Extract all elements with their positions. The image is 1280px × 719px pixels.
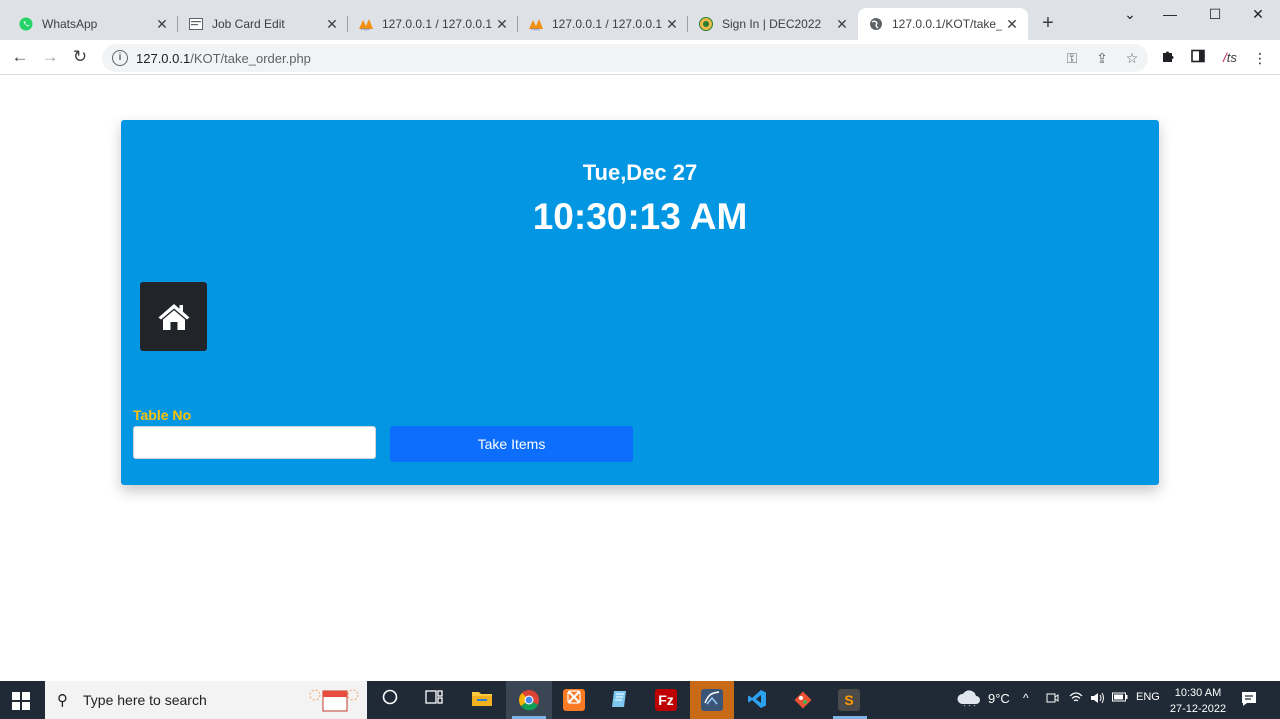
- git-gui-icon[interactable]: [792, 689, 814, 711]
- bookmark-star-icon[interactable]: ☆: [1124, 50, 1140, 66]
- profile-label: ts: [1226, 50, 1237, 65]
- close-tab-icon[interactable]: ✕: [1002, 16, 1022, 33]
- globe-icon: [868, 16, 884, 32]
- sublime-text-icon[interactable]: S: [838, 689, 860, 711]
- tab-whatsapp[interactable]: WhatsApp ✕: [8, 8, 178, 40]
- vscode-icon[interactable]: [746, 689, 768, 711]
- volume-icon[interactable]: [1090, 691, 1106, 708]
- battery-icon[interactable]: [1112, 691, 1128, 705]
- take-items-button[interactable]: Take Items: [390, 426, 633, 462]
- current-time: 10:30:13 AM: [532, 196, 748, 237]
- site-info-icon[interactable]: i: [112, 50, 128, 66]
- show-hidden-icons-chevron-icon[interactable]: ^: [1023, 691, 1029, 705]
- extensions-puzzle-icon[interactable]: [1158, 48, 1178, 68]
- xampp-icon[interactable]: [563, 689, 585, 711]
- taskbar-date: 27-12-2022: [1169, 703, 1227, 715]
- search-icon: ⚲: [57, 692, 68, 709]
- tab-title: 127.0.0.1 / 127.0.0.1 /: [382, 17, 492, 31]
- close-tab-icon[interactable]: ✕: [832, 16, 852, 33]
- minimize-icon[interactable]: —: [1160, 6, 1180, 24]
- tab-title: Sign In | DEC2022: [722, 17, 822, 31]
- windows-taskbar: ⚲ Type here to search Fz S 9°C ^ ENG 10:…: [0, 681, 1280, 719]
- tab-title: 127.0.0.1/KOT/take_or: [892, 17, 1002, 31]
- url-text[interactable]: 127.0.0.1/KOT/take_order.php: [136, 51, 311, 66]
- current-date: Tue,Dec 27: [582, 160, 698, 185]
- close-tab-icon[interactable]: ✕: [322, 16, 342, 33]
- maximize-icon[interactable]: ☐: [1205, 6, 1225, 24]
- phpmyadmin-icon: PMA: [358, 16, 374, 32]
- meet-now-icon[interactable]: [1045, 691, 1059, 708]
- svg-text:PMA: PMA: [361, 27, 370, 32]
- table-no-label: Table No: [133, 407, 192, 423]
- tab-take-order-active[interactable]: 127.0.0.1/KOT/take_or ✕: [858, 8, 1028, 40]
- key-icon[interactable]: ⚿: [1064, 50, 1080, 66]
- site-logo-icon: [698, 16, 714, 32]
- forward-arrow-icon[interactable]: →: [40, 47, 60, 67]
- tab-phpmyadmin-1[interactable]: PMA 127.0.0.1 / 127.0.0.1 / ✕: [348, 8, 518, 40]
- close-window-icon[interactable]: ✕: [1248, 6, 1268, 24]
- url-path: /KOT/take_order.php: [190, 50, 311, 66]
- windows-start-icon[interactable]: [12, 692, 30, 710]
- reload-icon[interactable]: ↻: [70, 47, 90, 67]
- task-view-icon[interactable]: [423, 689, 445, 711]
- new-tab-plus-icon[interactable]: +: [1038, 13, 1058, 33]
- input-language[interactable]: ENG: [1136, 691, 1160, 703]
- weather-cloud-icon[interactable]: [956, 688, 982, 711]
- search-placeholder: Type here to search: [83, 692, 207, 708]
- browser-tab-strip: WhatsApp ✕ Job Card Edit ✕ PMA 127.0.0.1…: [0, 0, 1280, 40]
- taskbar-clock[interactable]: 10:30 AM 27-12-2022: [1166, 685, 1230, 717]
- mysql-workbench-icon[interactable]: [701, 689, 723, 711]
- wifi-icon[interactable]: [1069, 691, 1083, 706]
- notepad-icon[interactable]: [609, 689, 631, 711]
- browser-toolbar: ← → ↻ i 127.0.0.1/KOT/take_order.php ⚿ ⇪…: [0, 40, 1280, 75]
- close-tab-icon[interactable]: ✕: [492, 16, 512, 33]
- calendar-highlight-icon[interactable]: [307, 687, 359, 713]
- browser-menu-kebab-icon[interactable]: ⋮: [1250, 48, 1270, 68]
- close-tab-icon[interactable]: ✕: [662, 16, 682, 33]
- tab-search-chevron-icon[interactable]: ⌄: [1120, 6, 1140, 24]
- tab-job-card-edit[interactable]: Job Card Edit ✕: [178, 8, 348, 40]
- file-explorer-icon[interactable]: [471, 689, 493, 711]
- svg-text:PMA: PMA: [531, 27, 540, 32]
- taskbar-time: 10:30 AM: [1174, 687, 1222, 699]
- table-no-input[interactable]: [133, 426, 376, 459]
- back-arrow-icon[interactable]: ←: [10, 47, 30, 67]
- filezilla-icon[interactable]: Fz: [655, 689, 677, 711]
- weather-temperature[interactable]: 9°C: [988, 691, 1010, 706]
- tab-title: 127.0.0.1 / 127.0.0.1 /: [552, 17, 662, 31]
- taskbar-search-box[interactable]: ⚲ Type here to search: [45, 681, 367, 719]
- tab-title: Job Card Edit: [212, 17, 285, 31]
- side-panel-icon[interactable]: [1188, 48, 1208, 68]
- task-view-circle-icon[interactable]: [379, 689, 401, 711]
- notifications-icon[interactable]: [1240, 690, 1258, 711]
- address-bar[interactable]: i 127.0.0.1/KOT/take_order.php ⚿ ⇪ ☆: [102, 44, 1148, 72]
- take-order-card: Tue,Dec 27 10:30:13 AM Table No Take Ite…: [121, 120, 1159, 485]
- profile-avatar[interactable]: /ts: [1218, 48, 1242, 68]
- tab-title: WhatsApp: [42, 17, 98, 31]
- close-tab-icon[interactable]: ✕: [152, 16, 172, 33]
- chrome-icon[interactable]: [518, 689, 540, 711]
- url-host: 127.0.0.1: [136, 50, 191, 66]
- tab-phpmyadmin-2[interactable]: PMA 127.0.0.1 / 127.0.0.1 / ✕: [518, 8, 688, 40]
- phpmyadmin-icon: PMA: [528, 16, 544, 32]
- page-icon: [188, 16, 204, 32]
- tab-sign-in[interactable]: Sign In | DEC2022 ✕: [688, 8, 858, 40]
- home-button[interactable]: [140, 282, 207, 351]
- home-icon: [158, 303, 189, 330]
- whatsapp-icon: [18, 16, 34, 32]
- share-icon[interactable]: ⇪: [1094, 50, 1110, 66]
